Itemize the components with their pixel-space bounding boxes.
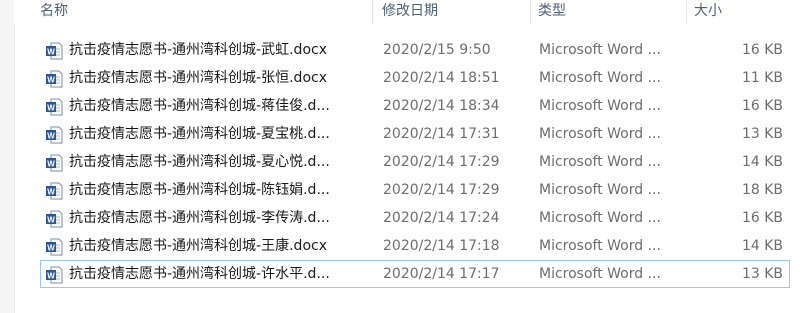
file-modified-date: 2020/2/14 17:18 (383, 238, 500, 254)
column-header-type[interactable]: 类型 (532, 0, 682, 24)
file-name: 抗击疫情志愿书-通州湾科创城-夏心悦.d... (69, 154, 330, 170)
file-explorer-window: 名称 修改日期 类型 大小 W 抗击疫情志愿书-通州湾科创城-武虹.docx 202… (0, 0, 800, 313)
file-modified-date: 2020/2/14 17:29 (383, 154, 500, 170)
file-name: 抗击疫情志愿书-通州湾科创城-武虹.docx (69, 42, 327, 58)
column-header-date[interactable]: 修改日期 (376, 0, 526, 24)
file-type: Microsoft Word ... (539, 154, 661, 170)
file-type: Microsoft Word ... (539, 42, 661, 58)
file-modified-date: 2020/2/14 18:51 (383, 70, 500, 86)
column-header-bar: 名称 修改日期 类型 大小 (14, 0, 800, 24)
file-size: 14 KB (741, 154, 783, 170)
file-row[interactable]: W 抗击疫情志愿书-通州湾科创城-张恒.docx 2020/2/14 18:51 Mi… (40, 64, 790, 92)
file-modified-date: 2020/2/14 17:31 (383, 126, 500, 142)
file-name: 抗击疫情志愿书-通州湾科创城-夏宝桃.d... (69, 126, 330, 142)
file-name: 抗击疫情志愿书-通州湾科创城-蒋佳俊.d... (69, 98, 330, 114)
column-divider[interactable] (686, 0, 687, 24)
file-modified-date: 2020/2/14 18:34 (383, 98, 500, 114)
column-header-name[interactable]: 名称 (34, 0, 354, 24)
file-size: 16 KB (741, 98, 783, 114)
column-header-size[interactable]: 大小 (688, 0, 788, 24)
navigation-pane-edge[interactable] (0, 0, 15, 313)
file-type: Microsoft Word ... (539, 210, 661, 226)
file-size: 13 KB (741, 126, 783, 142)
file-type: Microsoft Word ... (539, 98, 661, 114)
file-modified-date: 2020/2/15 9:50 (383, 42, 491, 58)
file-size: 11 KB (741, 70, 783, 86)
file-name: 抗击疫情志愿书-通州湾科创城-张恒.docx (69, 70, 327, 86)
file-modified-date: 2020/2/14 17:17 (383, 266, 500, 282)
file-size: 18 KB (741, 182, 783, 198)
file-name: 抗击疫情志愿书-通州湾科创城-许水平.d... (69, 266, 330, 282)
file-row[interactable]: W 抗击疫情志愿书-通州湾科创城-夏宝桃.d... 2020/2/14 17:31 M… (40, 120, 790, 148)
file-name: 抗击疫情志愿书-通州湾科创城-李传涛.d... (69, 210, 330, 226)
file-modified-date: 2020/2/14 17:24 (383, 210, 500, 226)
file-type: Microsoft Word ... (539, 238, 661, 254)
file-row[interactable]: W 抗击疫情志愿书-通州湾科创城-蒋佳俊.d... 2020/2/14 18:34 M… (40, 92, 790, 120)
file-modified-date: 2020/2/14 17:29 (383, 182, 500, 198)
file-row[interactable]: W 抗击疫情志愿书-通州湾科创城-夏心悦.d... 2020/2/14 17:29 M… (40, 148, 790, 176)
file-row[interactable]: W 抗击疫情志愿书-通州湾科创城-李传涛.d... 2020/2/14 17:24 M… (40, 204, 790, 232)
file-type: Microsoft Word ... (539, 266, 661, 282)
file-name: 抗击疫情志愿书-通州湾科创城-陈钰娟.d... (69, 182, 330, 198)
file-name: 抗击疫情志愿书-通州湾科创城-王康.docx (69, 238, 327, 254)
file-row[interactable]: W 抗击疫情志愿书-通州湾科创城-王康.docx 2020/2/14 17:18 Mi… (40, 232, 790, 260)
file-size: 16 KB (741, 42, 783, 58)
file-size: 14 KB (741, 238, 783, 254)
file-type: Microsoft Word ... (539, 126, 661, 142)
file-row[interactable]: W 抗击疫情志愿书-通州湾科创城-武虹.docx 2020/2/15 9:50 Mic… (40, 36, 790, 64)
file-size: 13 KB (741, 266, 783, 282)
file-type: Microsoft Word ... (539, 70, 661, 86)
file-type: Microsoft Word ... (539, 182, 661, 198)
file-row[interactable]: W 抗击疫情志愿书-通州湾科创城-许水平.d... 2020/2/14 17:17 M… (40, 260, 790, 288)
file-size: 16 KB (741, 210, 783, 226)
file-row[interactable]: W 抗击疫情志愿书-通州湾科创城-陈钰娟.d... 2020/2/14 17:29 M… (40, 176, 790, 204)
column-divider[interactable] (530, 0, 531, 24)
column-divider[interactable] (372, 0, 373, 24)
file-list: W 抗击疫情志愿书-通州湾科创城-武虹.docx 2020/2/15 9:50 Mic… (40, 36, 790, 288)
